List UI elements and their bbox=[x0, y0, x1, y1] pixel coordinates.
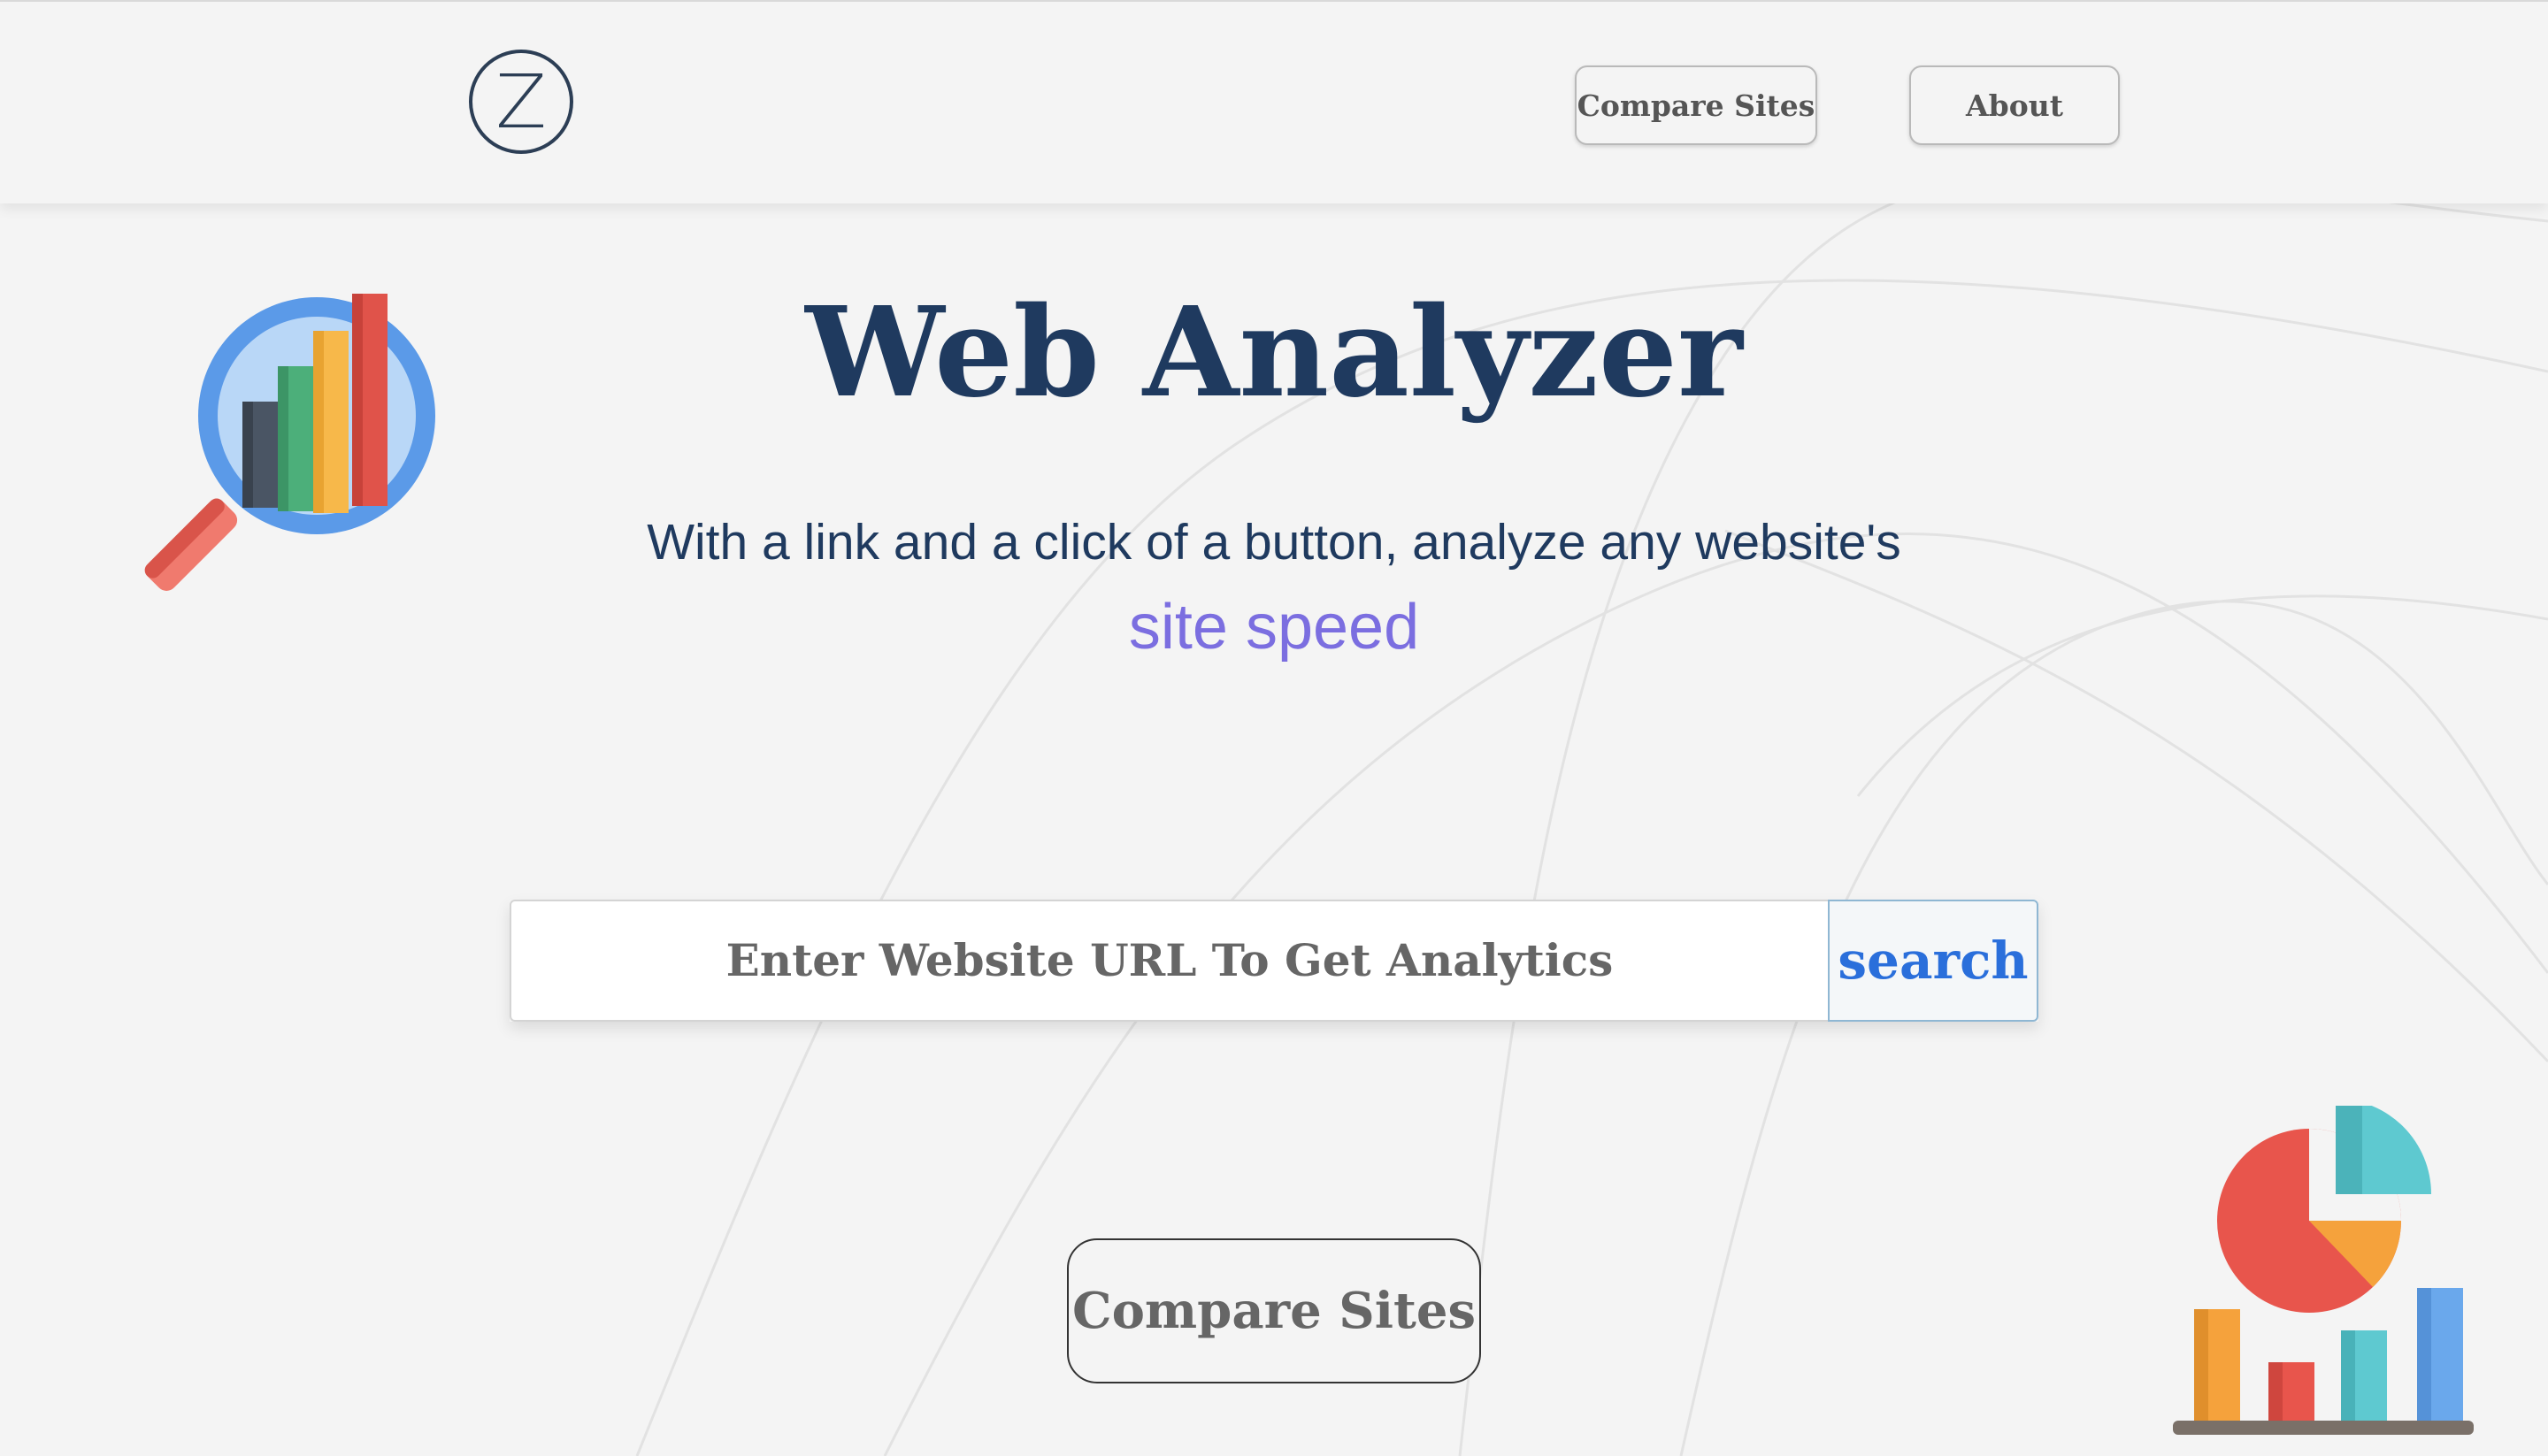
url-search-input[interactable] bbox=[510, 900, 1828, 1022]
top-nav-bar: Z Compare Sites About bbox=[0, 0, 2548, 203]
logo[interactable]: Z bbox=[469, 50, 573, 154]
search-button[interactable]: search bbox=[1828, 900, 2038, 1022]
pie-bar-chart-icon bbox=[2173, 1106, 2474, 1435]
compare-sites-button[interactable]: Compare Sites bbox=[1067, 1238, 1481, 1383]
page-title: Web Analyzer bbox=[805, 280, 1743, 425]
logo-letter: Z bbox=[495, 58, 547, 145]
rotating-keyword: site speed bbox=[1128, 592, 1420, 663]
search-bar: search bbox=[510, 900, 2038, 1022]
hero-subtitle: With a link and a click of a button, ana… bbox=[647, 514, 1901, 571]
nav-compare-sites-button[interactable]: Compare Sites bbox=[1575, 65, 1817, 145]
nav-about-button[interactable]: About bbox=[1909, 65, 2120, 145]
